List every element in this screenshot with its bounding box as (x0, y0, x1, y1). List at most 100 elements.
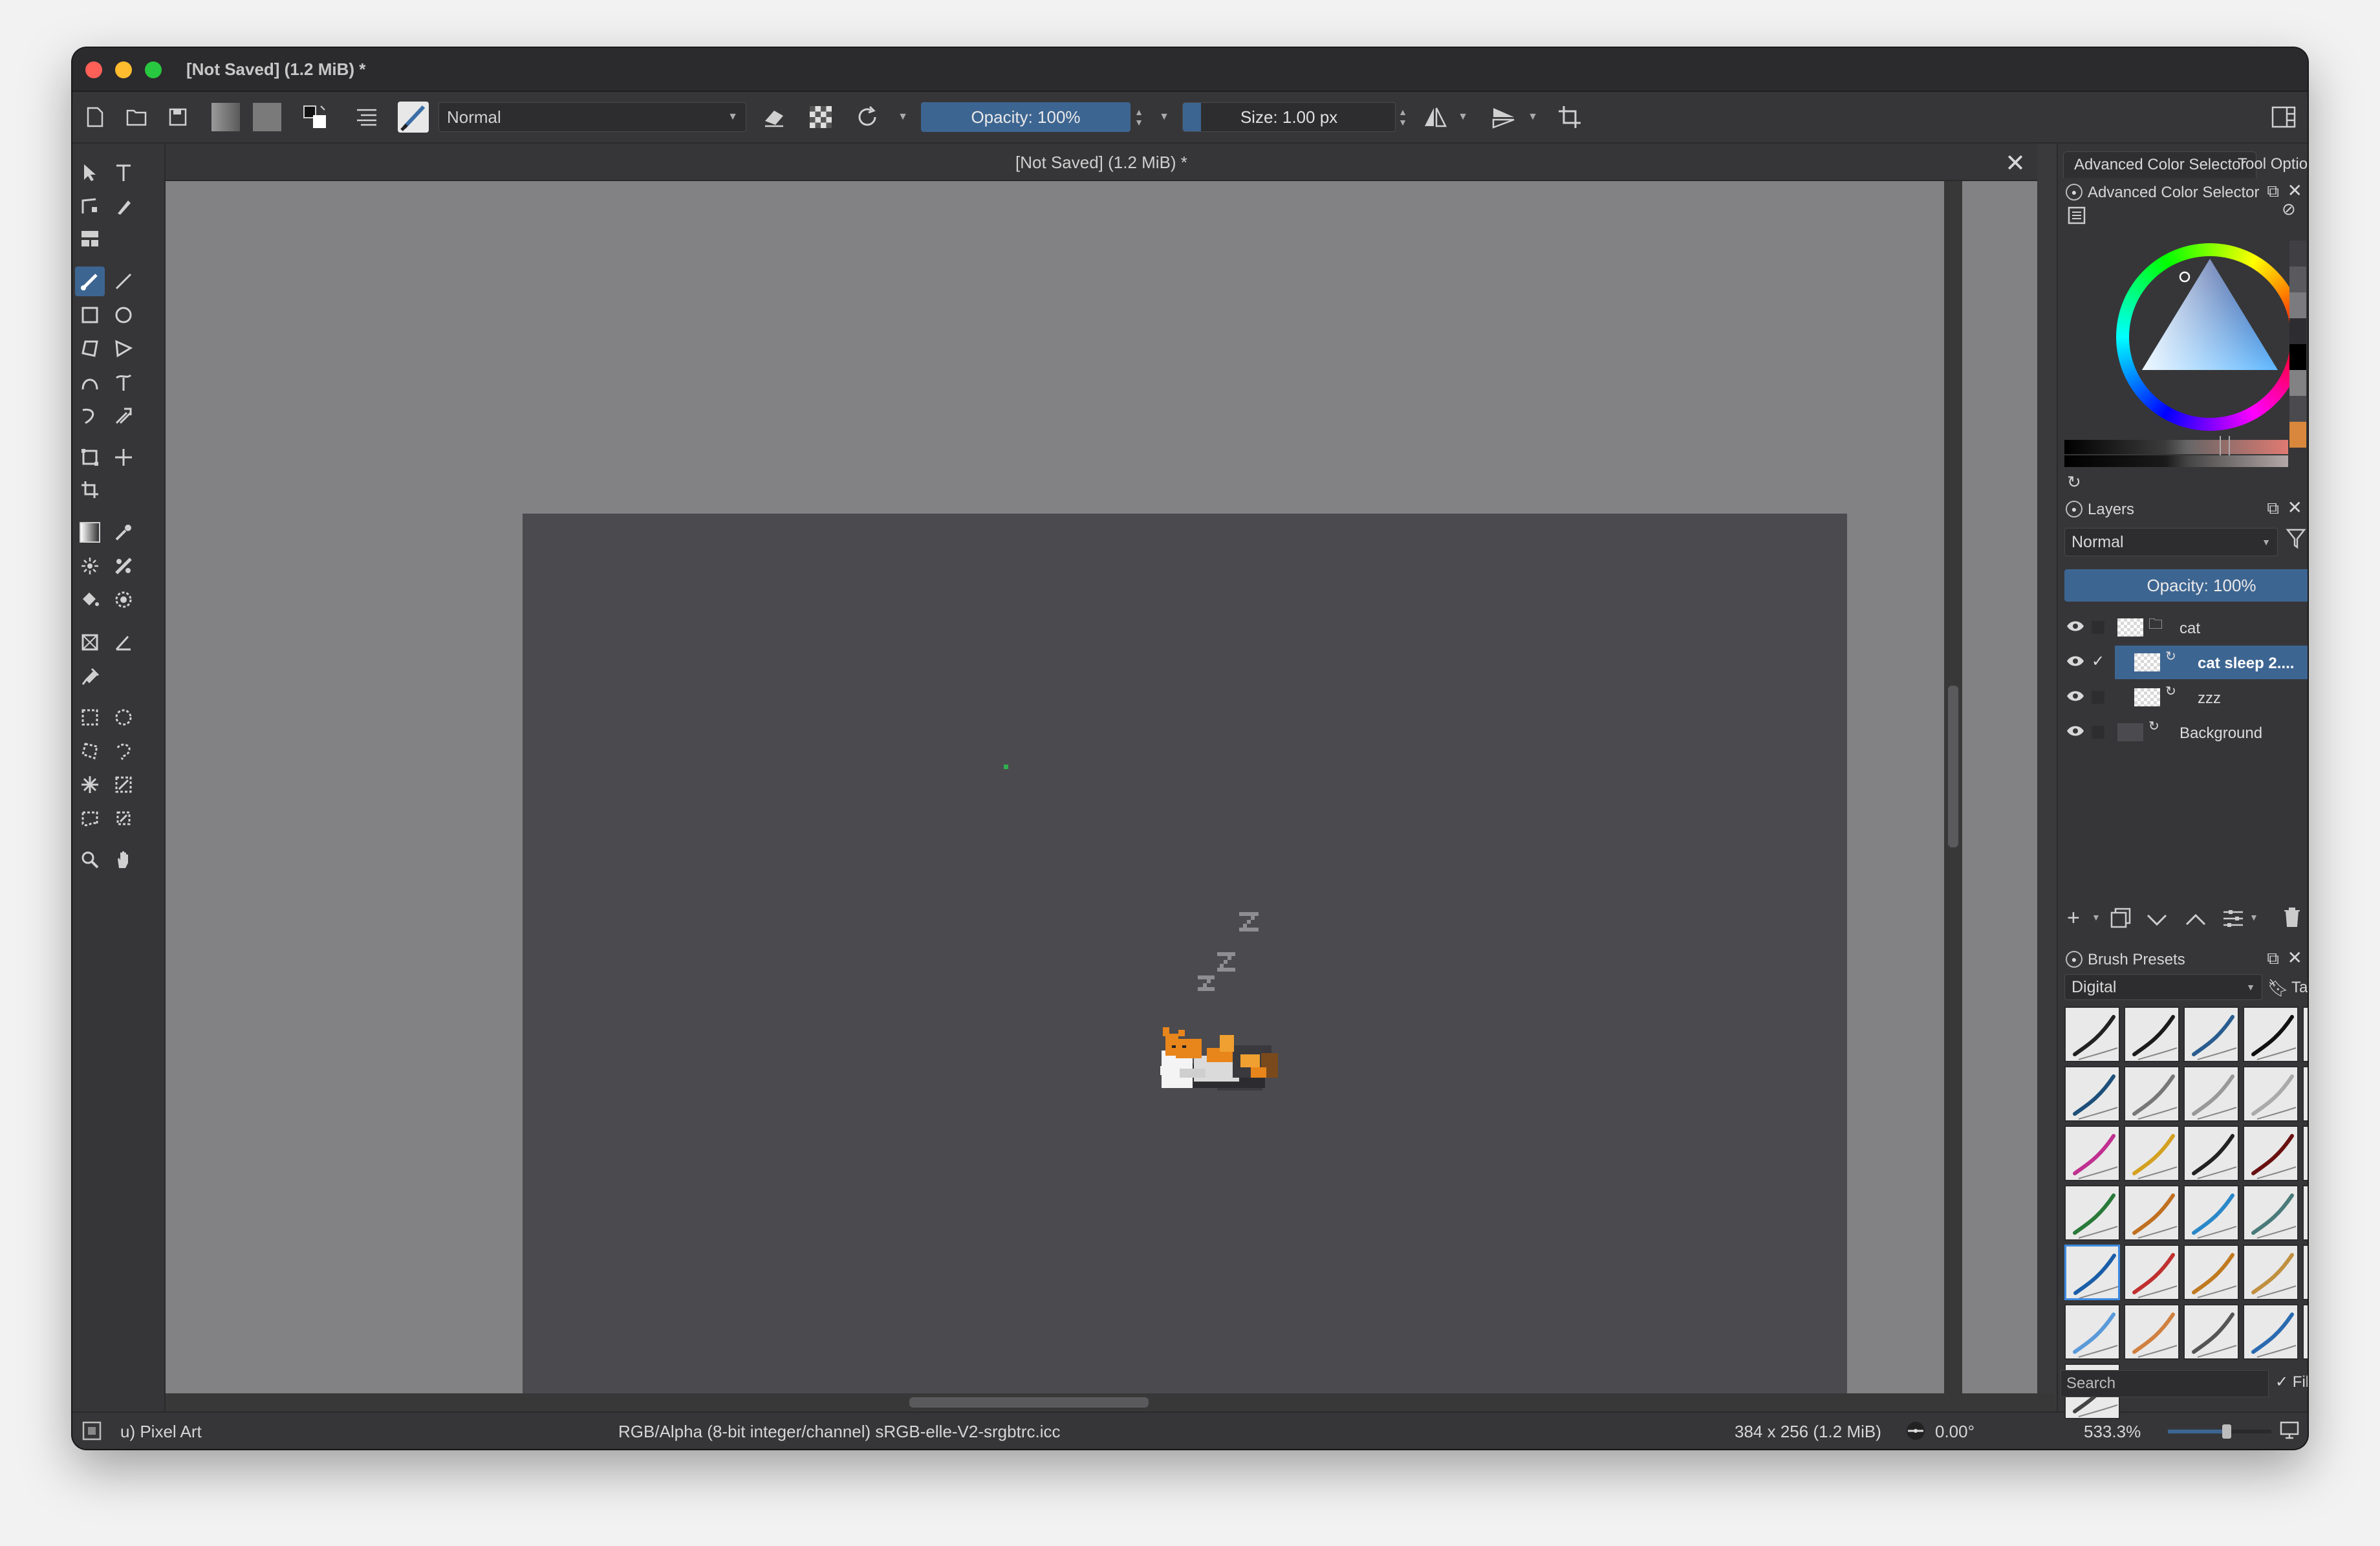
crop-tool-icon[interactable] (75, 475, 105, 505)
layer-checkbox[interactable] (2092, 726, 2104, 739)
bezier-selection-tool-icon[interactable] (75, 803, 105, 833)
smart-patch-tool-icon[interactable] (109, 551, 138, 581)
filter-icon[interactable] (2286, 528, 2306, 556)
brush-preset-item[interactable] (2302, 1066, 2308, 1122)
brush-preset-item[interactable] (2302, 1185, 2308, 1241)
eye-icon[interactable] (2066, 653, 2085, 673)
polygon-tool-icon[interactable] (75, 334, 105, 364)
layer-properties-icon[interactable] (2222, 908, 2244, 933)
freehand-brush-tool-icon[interactable] (75, 267, 105, 296)
brush-preset-item[interactable] (2124, 1245, 2180, 1300)
active-brush-name[interactable]: u) Pixel Art (120, 1422, 202, 1442)
saturation-value-triangle[interactable] (2116, 243, 2304, 431)
magnetic-selection-tool-icon[interactable] (109, 803, 138, 833)
layer-name[interactable]: zzz (2198, 690, 2221, 708)
lock-icon[interactable]: ● (2066, 951, 2082, 968)
size-spinner[interactable]: ▲ ▼ (1396, 102, 1410, 132)
layer-row[interactable]: ↻ zzz 🔓︎ α (2058, 680, 2308, 714)
layer-checkbox[interactable] (2092, 621, 2104, 634)
canvas-area[interactable] (166, 181, 2037, 1396)
eraser-icon[interactable] (759, 102, 789, 132)
enclose-fill-tool-icon[interactable] (109, 585, 138, 615)
close-icon[interactable]: ✕ (2288, 497, 2302, 518)
bezier-curve-tool-icon[interactable] (75, 367, 105, 397)
move-layer-down-icon[interactable] (2146, 908, 2168, 933)
color-picker-tool-icon[interactable] (109, 517, 138, 547)
save-icon[interactable] (163, 102, 193, 132)
brush-preset-item[interactable] (2183, 1066, 2239, 1122)
layer-checkbox[interactable] (2092, 691, 2104, 704)
calligraphy-tool-icon[interactable] (109, 191, 138, 221)
opacity-spinner[interactable]: ▲ ▼ (1132, 102, 1146, 132)
rotation-value[interactable]: 0.00° (1935, 1422, 1974, 1442)
line-tool-icon[interactable] (109, 267, 138, 296)
maximize-window-button[interactable] (145, 61, 162, 78)
color-history-strip[interactable] (2289, 241, 2306, 448)
fit-canvas-icon[interactable] (2279, 1421, 2300, 1444)
layer-opacity-slider[interactable]: Opacity: 100% (2064, 569, 2308, 602)
freehand-selection-tool-icon[interactable] (109, 736, 138, 766)
tag-button[interactable]: 🔖︎ Tag (2267, 975, 2308, 1000)
brush-preset-item[interactable] (2124, 1304, 2180, 1360)
open-document-icon[interactable] (122, 102, 151, 132)
duplicate-layer-icon[interactable] (2110, 907, 2132, 935)
gradient-tool-icon[interactable] (75, 517, 105, 547)
ellipse-tool-icon[interactable] (109, 300, 138, 330)
brush-preset-item[interactable] (2183, 1245, 2239, 1300)
eye-icon[interactable] (2066, 618, 2085, 638)
close-window-button[interactable] (85, 61, 102, 78)
vertical-scrollbar[interactable] (1944, 181, 1962, 1393)
brush-settings-icon[interactable] (352, 102, 382, 132)
delete-layer-icon[interactable] (2283, 907, 2301, 933)
brush-tag-select[interactable]: Digital ▼ (2064, 974, 2262, 1000)
pan-tool-icon[interactable] (109, 845, 138, 875)
multibrush-tool-icon[interactable] (109, 401, 138, 431)
chevron-down-icon[interactable]: ▼ (895, 102, 911, 132)
horizontal-scrollbar[interactable] (166, 1393, 2055, 1411)
dynamic-brush-tool-icon[interactable] (75, 401, 105, 431)
brush-preset-item[interactable] (2302, 1304, 2308, 1360)
selection-mode-icon[interactable] (81, 1421, 102, 1446)
close-icon[interactable]: ✕ (2288, 947, 2302, 968)
brush-preset-item[interactable] (2243, 1007, 2299, 1062)
eye-icon[interactable] (2066, 723, 2085, 743)
add-layer-icon[interactable]: + (2067, 906, 2080, 931)
close-icon[interactable]: ✕ (2288, 180, 2302, 201)
checkmark-icon[interactable]: ✓ (2092, 652, 2104, 671)
pattern-editing-tool-icon[interactable] (75, 224, 105, 254)
close-icon[interactable]: ✕ (2005, 149, 2026, 178)
lock-icon[interactable]: ● (2066, 184, 2082, 201)
contiguous-selection-tool-icon[interactable] (75, 770, 105, 800)
similar-color-selection-tool-icon[interactable] (109, 770, 138, 800)
reference-images-tool-icon[interactable] (75, 661, 105, 691)
select-shapes-tool-icon[interactable] (75, 158, 105, 188)
chevron-down-icon[interactable]: ▼ (1156, 102, 1172, 132)
brush-preset-item[interactable] (2064, 1007, 2120, 1062)
brush-preset-item[interactable] (2183, 1185, 2239, 1241)
rectangular-selection-tool-icon[interactable] (75, 702, 105, 732)
brush-preset-item[interactable] (2064, 1185, 2120, 1241)
mirror-horizontal-icon[interactable] (1420, 102, 1450, 132)
move-layer-up-icon[interactable] (2185, 908, 2207, 933)
document-tab[interactable]: [Not Saved] (1.2 MiB) * ✕ (166, 144, 2037, 181)
move-tool-icon[interactable] (109, 442, 138, 472)
brush-preset-item[interactable] (2124, 1126, 2180, 1181)
layer-row[interactable]: ↻ Background 🔒︎ α (2058, 715, 2308, 749)
brush-preset-item[interactable] (2064, 1126, 2120, 1181)
brush-preset-item[interactable] (2243, 1245, 2299, 1300)
new-document-icon[interactable] (80, 102, 110, 132)
opacity-slider[interactable]: Opacity: 100% (921, 102, 1130, 132)
brush-preset-item[interactable] (2243, 1185, 2299, 1241)
chevron-down-icon[interactable]: ▼ (1525, 102, 1541, 132)
mirror-vertical-icon[interactable] (1489, 102, 1519, 132)
horizontal-scroll-thumb[interactable] (909, 1397, 1149, 1408)
brush-preset-item[interactable] (2302, 1007, 2308, 1062)
zoom-tool-icon[interactable] (75, 845, 105, 875)
layer-row[interactable]: ✓ ↻ cat sleep 2.... (2058, 646, 2308, 679)
gradient-icon[interactable] (211, 102, 241, 132)
rotation-icon[interactable] (1903, 1419, 1929, 1447)
float-panel-icon[interactable]: ⧉ (2267, 181, 2279, 202)
chevron-down-icon[interactable]: ▼ (2249, 912, 2258, 922)
layer-name[interactable]: cat sleep 2.... (2198, 655, 2294, 673)
transform-tool-icon[interactable] (75, 442, 105, 472)
